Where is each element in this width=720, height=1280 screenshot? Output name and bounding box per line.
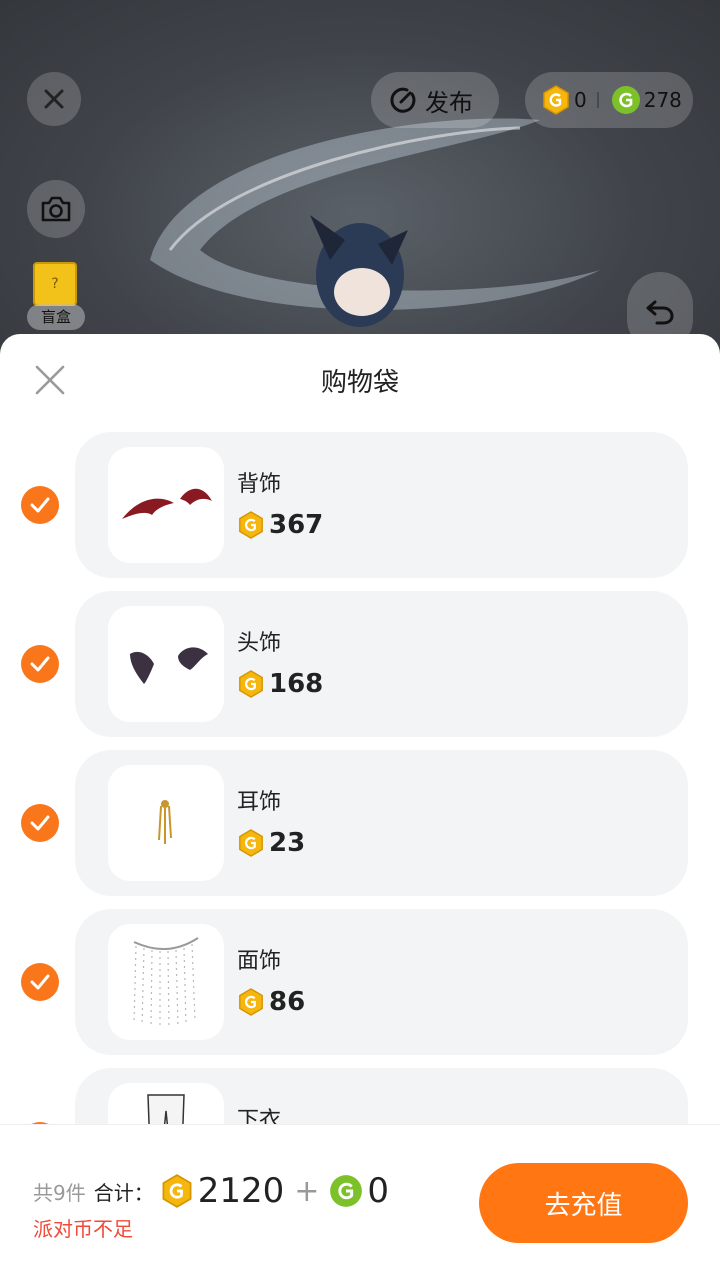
item-price-value: 23 (269, 828, 306, 858)
item-card[interactable]: 头饰 168 (75, 591, 688, 737)
item-card[interactable]: 耳饰 23 (75, 750, 688, 896)
item-card[interactable]: 背饰 367 (75, 432, 688, 578)
item-price-value: 86 (269, 987, 306, 1017)
insufficient-balance-warning: 派对币不足 (33, 1217, 133, 1241)
sheet-title: 购物袋 (320, 368, 399, 398)
checkmark-icon (30, 656, 50, 672)
camera-icon (41, 196, 71, 222)
checkmark-icon (30, 974, 50, 990)
item-thumbnail (108, 924, 224, 1040)
cart-item[interactable]: 面饰 86 (0, 909, 720, 1068)
pants-image (147, 1094, 185, 1124)
item-card[interactable]: 下衣 (75, 1068, 688, 1124)
item-checkbox[interactable] (21, 963, 59, 1001)
plus-sign: + (294, 1173, 320, 1209)
item-checkbox[interactable] (21, 804, 59, 842)
item-name: 面饰 (237, 949, 282, 974)
total-green-value: 0 (367, 1171, 390, 1211)
blind-box-label: 盲盒 (27, 304, 85, 330)
item-name: 头饰 (237, 631, 282, 656)
undo-icon (646, 300, 674, 325)
blind-box-button[interactable]: ? 盲盒 (27, 262, 87, 332)
publish-icon (390, 87, 416, 113)
avatar-preview-scene: 发布 0 278 ? 盲盒 (0, 0, 720, 360)
face-veil-image (133, 937, 199, 1029)
checkmark-icon (30, 497, 50, 513)
item-name: 耳饰 (237, 790, 282, 815)
checkmark-icon (30, 815, 50, 831)
gold-coin-icon (239, 670, 263, 698)
gold-coin-icon (162, 1174, 192, 1208)
cat-ears-image (130, 647, 208, 684)
publish-button[interactable]: 发布 (371, 72, 499, 128)
item-checkbox[interactable] (21, 486, 59, 524)
gold-coin-icon (239, 988, 263, 1016)
item-price: 168 (237, 669, 323, 699)
character-head (310, 215, 408, 327)
item-card[interactable]: 面饰 86 (75, 909, 688, 1055)
effect-swirl (150, 118, 600, 327)
green-coin-icon (611, 86, 640, 114)
item-name: 下衣 (237, 1108, 282, 1124)
close-icon (44, 89, 64, 109)
cart-item[interactable]: 下衣 (0, 1068, 720, 1124)
bat-wings-image (122, 488, 212, 519)
camera-button[interactable] (27, 180, 85, 238)
earring-image (158, 800, 172, 844)
item-name: 背饰 (237, 472, 282, 497)
total-gold-value: 2120 (197, 1171, 285, 1211)
item-thumbnail (108, 447, 224, 563)
blind-box-icon: ? (33, 262, 77, 306)
item-price: 86 (237, 987, 305, 1017)
item-thumbnail (108, 1083, 224, 1124)
green-coin-icon (330, 1175, 363, 1207)
publish-label: 发布 (425, 88, 473, 117)
item-checkbox[interactable] (21, 645, 59, 683)
shopping-bag-sheet: 购物袋 背饰 367 头饰 168 耳饰 23 面饰 86 下衣 共9件 合计：… (0, 334, 720, 1280)
item-thumbnail (108, 606, 224, 722)
sheet-header: 购物袋 (0, 334, 720, 424)
item-count: 共9件 (33, 1180, 86, 1205)
item-price-value: 367 (269, 510, 324, 540)
cart-item-list[interactable]: 背饰 367 头饰 168 耳饰 23 面饰 86 下衣 (0, 432, 720, 1124)
cart-item[interactable]: 背饰 367 (0, 432, 720, 591)
item-price: 23 (237, 828, 305, 858)
gold-coin-icon (239, 511, 263, 539)
gold-balance: 0 (574, 88, 587, 112)
gold-coin-icon (543, 85, 569, 115)
total-label: 合计： (93, 1180, 154, 1205)
close-preview-button[interactable] (27, 72, 81, 126)
cart-item[interactable]: 头饰 168 (0, 591, 720, 750)
item-thumbnail (108, 765, 224, 881)
balance-divider (596, 92, 599, 108)
checkout-bar: 共9件 合计： 2120 + 0 派对币不足 去充值 (0, 1124, 720, 1280)
currency-balance[interactable]: 0 278 (525, 72, 693, 128)
order-summary: 共9件 合计： 2120 + 0 (33, 1171, 389, 1211)
item-price-value: 168 (269, 669, 324, 699)
cart-item[interactable]: 耳饰 23 (0, 750, 720, 909)
gold-coin-icon (239, 829, 263, 857)
green-balance: 278 (643, 88, 682, 112)
item-price: 367 (237, 510, 323, 540)
recharge-button[interactable]: 去充值 (479, 1163, 688, 1243)
